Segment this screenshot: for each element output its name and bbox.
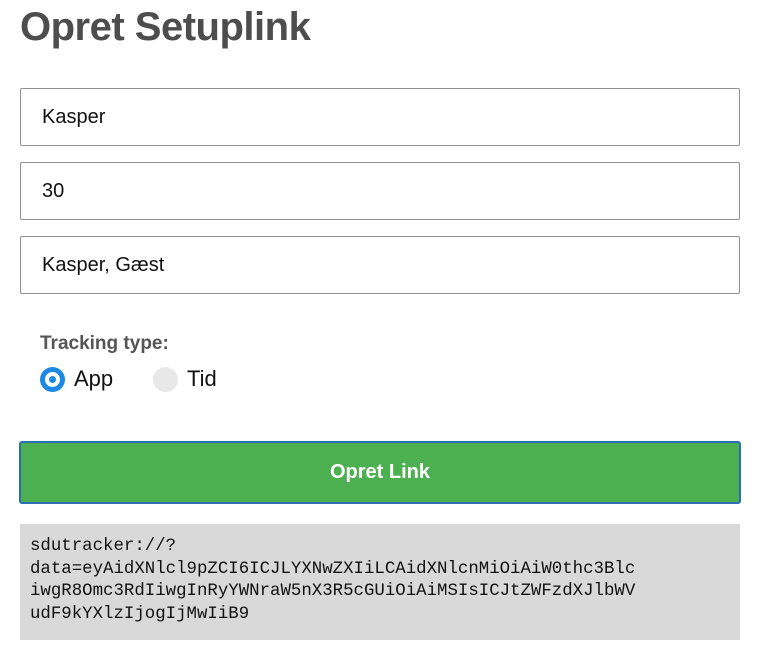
create-link-button[interactable]: Opret Link [19,441,741,504]
users-input[interactable] [20,236,740,294]
tracking-type-label: Tracking type: [40,333,169,354]
measurement-days-input[interactable] [20,162,740,220]
tracking-radio-tid[interactable]: Tid [153,364,217,394]
tracking-radio-app[interactable]: App [40,364,113,394]
radio-unchecked-icon[interactable] [153,366,178,392]
radio-checked-icon[interactable] [40,366,65,392]
name-input[interactable] [20,88,740,146]
tracking-radio-tid-label: Tid [187,366,217,391]
tracking-radio-app-label: App [74,366,114,391]
setup-link-output: sdutracker://? data=eyAidXNlcl9pZCI6ICJL… [20,524,740,640]
page-title: Opret Setuplink [20,5,311,49]
